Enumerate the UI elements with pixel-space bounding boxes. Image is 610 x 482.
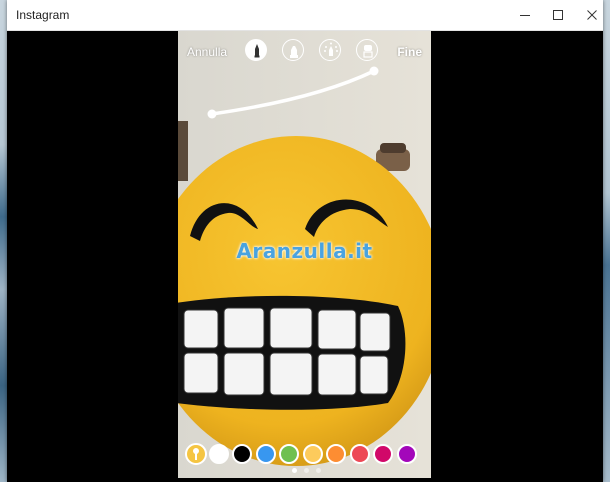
eraser-tool-button[interactable] xyxy=(356,39,378,61)
minimize-icon xyxy=(520,15,530,16)
marker-icon xyxy=(290,46,298,58)
drawing-toolbar: Annulla Fine xyxy=(178,37,431,65)
color-swatch[interactable] xyxy=(396,444,417,464)
neon-brush-icon xyxy=(324,42,338,56)
page-dot xyxy=(304,468,309,473)
color-swatch[interactable] xyxy=(208,444,229,464)
instagram-window: Instagram Aranzulla.it Annulla Fine xyxy=(7,0,603,482)
page-dot xyxy=(292,468,297,473)
color-swatch[interactable] xyxy=(255,444,276,464)
color-swatch[interactable] xyxy=(185,443,207,465)
eyedropper-icon xyxy=(193,448,199,460)
title-bar[interactable]: Instagram xyxy=(7,0,603,31)
color-swatch[interactable] xyxy=(326,444,346,464)
window-title: Instagram xyxy=(16,8,70,22)
marker-tool-button[interactable] xyxy=(282,39,304,61)
story-canvas[interactable]: Aranzulla.it Annulla Fine xyxy=(178,31,431,478)
color-swatch[interactable] xyxy=(349,444,370,464)
color-swatch[interactable] xyxy=(302,444,323,464)
neon-tool-button[interactable] xyxy=(319,39,341,61)
watermark-text: Aranzulla.it xyxy=(236,239,373,263)
page-indicator xyxy=(178,468,431,474)
close-button[interactable] xyxy=(569,0,610,30)
eraser-icon xyxy=(363,45,373,58)
desktop-background-right xyxy=(602,0,610,482)
close-icon xyxy=(587,10,597,20)
color-swatch[interactable] xyxy=(232,444,252,464)
page-dot xyxy=(316,468,321,473)
maximize-icon xyxy=(553,10,563,20)
pen-icon xyxy=(254,44,260,58)
cancel-button[interactable]: Annulla xyxy=(187,45,227,59)
pen-tool-button[interactable] xyxy=(245,39,267,61)
color-swatch[interactable] xyxy=(373,444,393,464)
color-palette xyxy=(178,443,431,466)
done-button[interactable]: Fine xyxy=(397,45,422,59)
color-swatch[interactable] xyxy=(279,444,299,464)
